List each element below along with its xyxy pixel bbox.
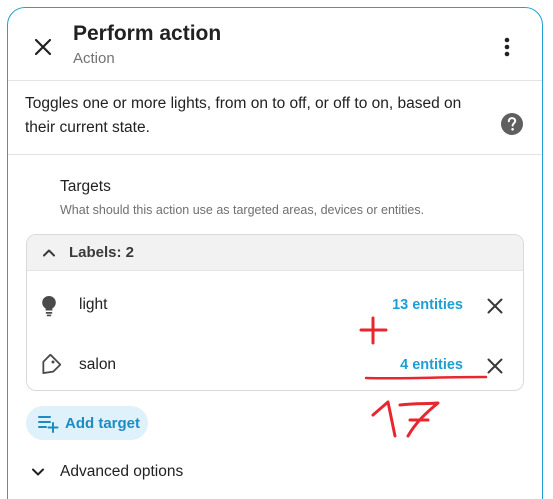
targets-title: Targets (60, 178, 111, 195)
advanced-options-label: Advanced options (60, 463, 184, 480)
labels-header-text: Labels: 2 (69, 244, 135, 261)
labels-header[interactable]: Labels: 2 (27, 235, 523, 271)
add-target-button[interactable]: Add target (26, 406, 148, 440)
target-entity-count[interactable]: 4 entities (400, 357, 463, 373)
help-circle-icon[interactable] (500, 112, 524, 136)
advanced-options-toggle[interactable]: Advanced options (30, 460, 183, 484)
more-menu-button[interactable] (492, 32, 522, 62)
header-divider (8, 80, 542, 81)
close-icon (34, 38, 52, 56)
dialog-header: Perform action Action (8, 8, 542, 88)
dialog-title: Perform action (73, 22, 222, 45)
remove-target-button[interactable] (483, 354, 507, 378)
add-target-label: Add target (65, 414, 140, 432)
targets-description: What should this action use as targeted … (60, 203, 425, 217)
target-row-light: light 13 entities (27, 277, 523, 335)
close-icon (487, 298, 503, 314)
playlist-plus-icon (38, 416, 59, 433)
close-icon (487, 358, 503, 374)
close-button[interactable] (28, 32, 58, 62)
remove-target-button[interactable] (483, 294, 507, 318)
target-name: light (79, 296, 108, 313)
description-divider (8, 154, 542, 155)
perform-action-dialog: Perform action Action Toggles one or mor… (7, 7, 543, 499)
action-description: Toggles one or more lights, from on to o… (25, 95, 462, 136)
label-icon (42, 354, 61, 374)
chevron-down-icon (32, 468, 44, 476)
target-entity-count[interactable]: 13 entities (392, 297, 463, 313)
labels-panel: Labels: 2 light 13 entities salon 4 enti… (26, 234, 524, 391)
dialog-subtitle: Action (73, 50, 115, 67)
chevron-up-icon (43, 249, 55, 256)
lightbulb-icon (42, 296, 56, 317)
more-vertical-icon (504, 37, 510, 57)
target-row-salon: salon 4 entities (27, 337, 523, 390)
target-name: salon (79, 356, 117, 373)
